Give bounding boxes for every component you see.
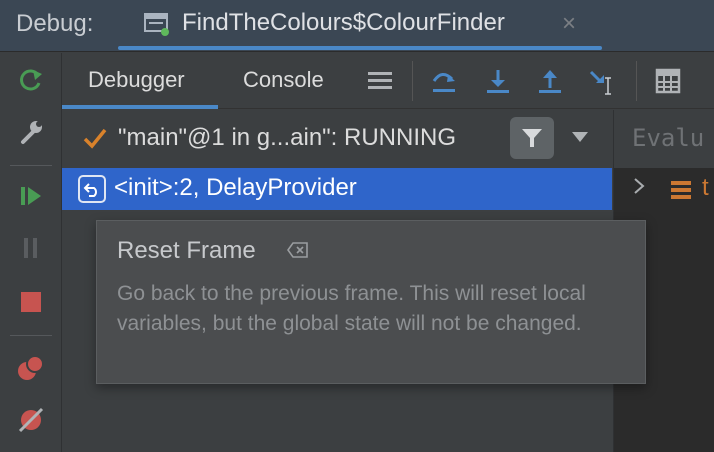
debug-session-tab[interactable]: FindTheColours$ColourFinder × xyxy=(118,0,602,52)
checkmark-icon xyxy=(82,126,108,155)
filter-icon[interactable] xyxy=(510,117,554,159)
variable-row[interactable]: t xyxy=(614,168,714,210)
tab-debugger[interactable]: Debugger xyxy=(88,67,185,93)
step-out-icon[interactable] xyxy=(534,65,566,97)
thread-selector[interactable]: "main"@1 in g...ain": RUNNING xyxy=(62,110,612,168)
toolbar-divider xyxy=(636,61,637,101)
tooltip-title: Reset Frame xyxy=(117,237,256,264)
frame-label: <init>:2, DelayProvider xyxy=(114,174,357,201)
debug-session-title: FindTheColours$ColourFinder xyxy=(182,9,505,36)
chevron-down-icon[interactable] xyxy=(570,130,590,149)
debug-label: Debug: xyxy=(16,10,94,37)
active-tab-indicator xyxy=(118,46,602,50)
tooltip-description: Go back to the previous frame. This will… xyxy=(117,282,586,335)
thread-label: "main"@1 in g...ain": RUNNING xyxy=(118,124,457,151)
rerun-icon[interactable] xyxy=(14,63,48,97)
debugger-tabs-row: Debugger Console xyxy=(62,53,714,109)
keyboard-shortcut-icon xyxy=(287,241,309,264)
menu-icon[interactable] xyxy=(364,65,396,97)
application-window-icon xyxy=(144,12,170,36)
view-breakpoints-icon[interactable] xyxy=(14,351,48,385)
step-into-icon[interactable] xyxy=(482,65,514,97)
toolbar-divider xyxy=(10,165,52,166)
active-tab-indicator xyxy=(62,105,218,109)
step-over-icon[interactable] xyxy=(428,65,460,97)
variable-name: t xyxy=(702,174,709,201)
debug-left-toolbar xyxy=(0,53,62,452)
debug-tool-window-header: Debug: FindTheColours$ColourFinder × xyxy=(0,0,714,52)
evaluate-expression-field[interactable]: Evalu xyxy=(614,110,714,168)
chevron-right-icon[interactable] xyxy=(632,176,646,202)
field-list-icon xyxy=(670,180,692,205)
run-to-cursor-icon[interactable] xyxy=(586,65,618,97)
reset-frame-icon[interactable] xyxy=(78,175,106,203)
evaluate-placeholder: Evalu xyxy=(632,124,705,152)
pause-icon[interactable] xyxy=(14,231,48,265)
close-session-icon[interactable]: × xyxy=(562,10,576,38)
resume-icon[interactable] xyxy=(14,179,48,213)
stop-icon[interactable] xyxy=(14,285,48,319)
tab-console[interactable]: Console xyxy=(243,67,324,93)
wrench-icon[interactable] xyxy=(14,115,48,149)
frame-list-item[interactable]: <init>:2, DelayProvider xyxy=(62,168,612,210)
toolbar-divider xyxy=(10,335,52,336)
reset-frame-tooltip: Reset Frame Go back to the previous fram… xyxy=(96,220,646,384)
evaluate-table-icon[interactable] xyxy=(652,65,684,97)
toolbar-divider xyxy=(412,61,413,101)
mute-breakpoints-icon[interactable] xyxy=(14,403,48,437)
